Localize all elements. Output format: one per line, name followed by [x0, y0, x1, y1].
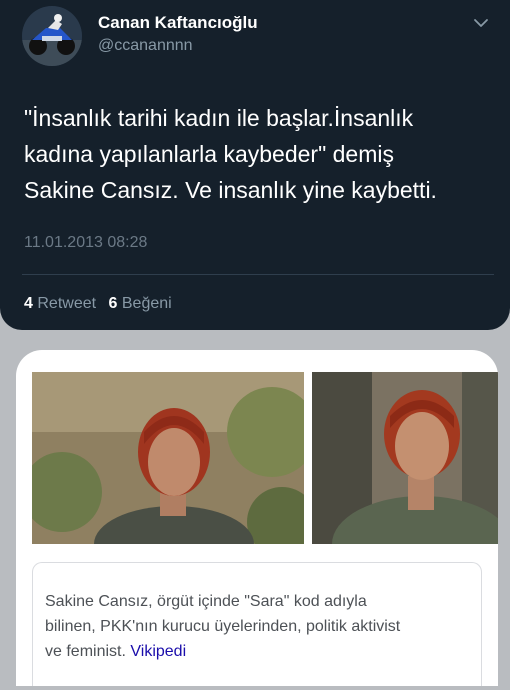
description-line: bilinen, PKK'nın kurucu üyelerinden, pol… [45, 618, 401, 635]
like-label: Beğeni [121, 295, 172, 312]
like-stat[interactable]: 6 Beğeni [109, 295, 172, 312]
description-line: Sakine Cansız, örgüt içinde "Sara" kod a… [45, 593, 367, 610]
portrait-photo-2[interactable] [312, 372, 498, 544]
display-name[interactable]: Canan Kaftancıoğlu [98, 13, 258, 33]
retweet-stat[interactable]: 4 Retweet [24, 295, 96, 312]
retweet-count: 4 [24, 295, 33, 312]
motorcycle-avatar-image [22, 6, 82, 66]
retweet-label: Retweet [37, 295, 97, 312]
tweet-text-line: Sakine Cansız. Ve insanlık yine kaybetti… [24, 177, 437, 203]
divider [22, 274, 494, 275]
tweet-text-line: kadına yapılanlarla kaybeder" demiş [24, 141, 394, 167]
description-line: ve feminist. [45, 643, 126, 660]
search-result-card: Sakine Cansız, örgüt içinde "Sara" kod a… [16, 350, 498, 686]
wikipedia-link[interactable]: Vikipedi [130, 643, 186, 660]
user-handle[interactable]: @ccanannnn [98, 37, 193, 55]
tweet-card: Canan Kaftancıoğlu @ccanannnn "İnsanlık … [0, 0, 510, 330]
engagement-stats: 4 Retweet 6 Beğeni [24, 295, 172, 313]
avatar[interactable] [22, 6, 82, 66]
portrait-image [312, 372, 498, 544]
tweet-text-line: "İnsanlık tarihi kadın ile başlar.İnsanl… [24, 105, 414, 131]
portrait-photo-1[interactable] [32, 372, 304, 544]
like-count: 6 [108, 295, 118, 312]
description-box: Sakine Cansız, örgüt içinde "Sara" kod a… [32, 562, 482, 686]
portrait-image [32, 372, 304, 544]
tweet-text: "İnsanlık tarihi kadın ile başlar.İnsanl… [24, 100, 494, 208]
chevron-down-icon[interactable] [470, 12, 492, 34]
description-text: Sakine Cansız, örgüt içinde "Sara" kod a… [45, 589, 475, 664]
tweet-timestamp[interactable]: 11.01.2013 08:28 [24, 234, 147, 252]
